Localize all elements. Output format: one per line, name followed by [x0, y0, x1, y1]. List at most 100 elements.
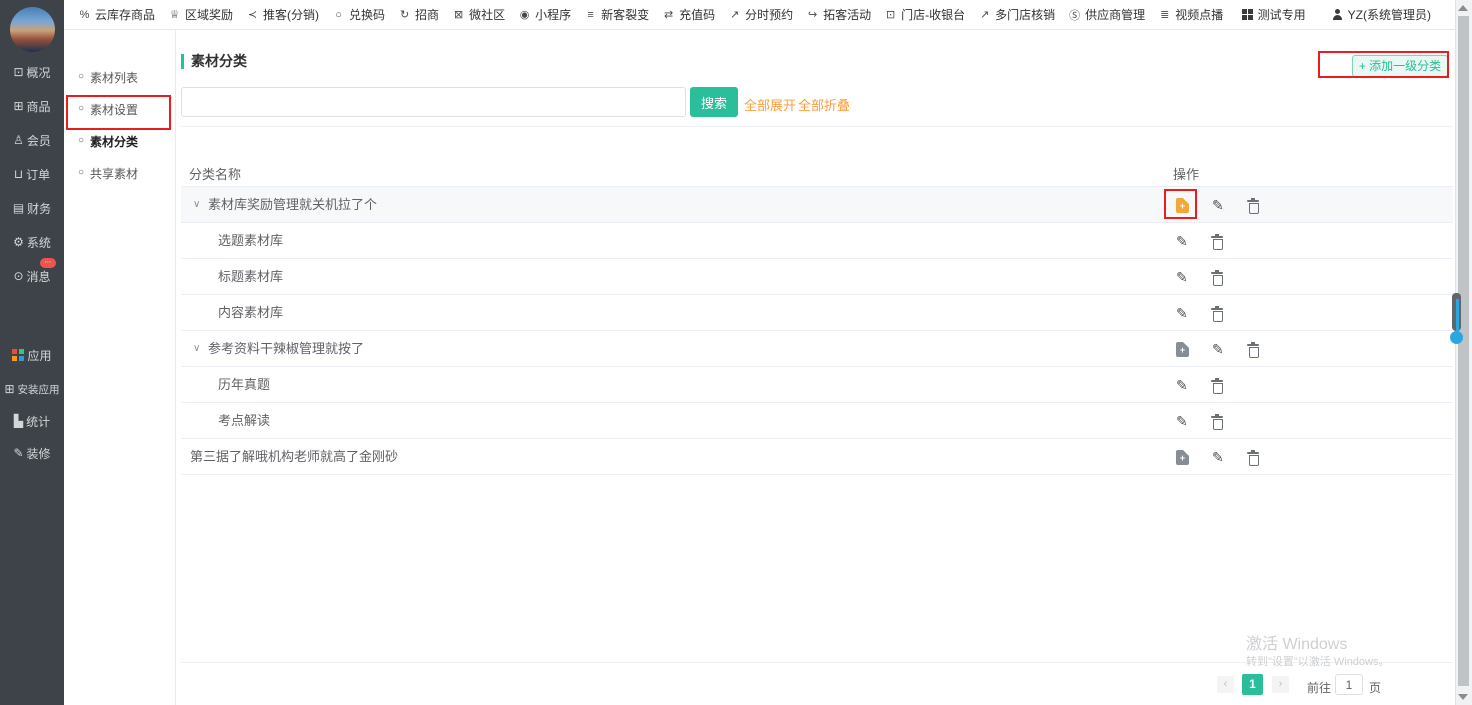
add-subcategory-icon[interactable]: [1176, 342, 1189, 357]
scrollbar-thumb[interactable]: [1458, 16, 1469, 686]
nav-item-supplier[interactable]: Ⓢ供应商管理: [1068, 6, 1145, 23]
goods-icon: ⊞: [13, 100, 23, 112]
sidebar-item-messages[interactable]: ⊙消息 ⋯: [0, 265, 64, 287]
nav-item-video[interactable]: ≣视频点播: [1158, 6, 1223, 23]
category-name: 内容素材库: [218, 295, 283, 331]
edit-icon[interactable]: ✎: [1212, 198, 1224, 212]
edit-icon[interactable]: ✎: [1212, 450, 1224, 464]
edit-icon[interactable]: ✎: [1176, 270, 1188, 284]
user-menu[interactable]: YZ(系统管理员): [1332, 6, 1431, 23]
column-header-ops: 操作: [1173, 164, 1199, 183]
table-row: 选题素材库 ✎: [181, 223, 1453, 259]
table-row: 历年真题 ✎: [181, 367, 1453, 403]
expand-all-link[interactable]: 全部展开: [744, 95, 796, 114]
apps-grid-icon: [12, 349, 24, 361]
submenu-item-material-category[interactable]: ○素材分类: [64, 131, 176, 151]
finance-icon: ▤: [13, 202, 24, 214]
nav-item-store-cashier[interactable]: ⊡门店-收银台: [884, 6, 965, 23]
pagination-next-button[interactable]: ›: [1272, 676, 1289, 693]
nav-item-miniprogram[interactable]: ◉小程序: [518, 6, 571, 23]
category-name: 第三据了解哦机构老师就高了金刚砂: [190, 439, 398, 475]
scrollbar-down-arrow[interactable]: [1458, 694, 1468, 700]
nav-item-redeem-code[interactable]: ○兑换码: [332, 6, 385, 23]
sidebar-item-install-apps[interactable]: ⊞安装应用: [0, 378, 64, 400]
message-icon: ⊙: [13, 270, 23, 282]
edit-icon[interactable]: ✎: [1176, 234, 1188, 248]
refresh-icon: ↻: [398, 8, 411, 21]
search-button[interactable]: 搜索: [690, 87, 738, 117]
material-submenu: ○素材列表 ○素材设置 ○素材分类 ○共享素材: [64, 30, 176, 705]
add-subcategory-icon[interactable]: [1176, 198, 1189, 213]
top-navbar: %云库存商品 ♕区域奖励 ≺推客(分销) ○兑换码 ↻招商 ⊠微社区 ◉小程序 …: [64, 0, 1455, 30]
workspace-switcher[interactable]: 测试专用: [1242, 6, 1306, 23]
sidebar-item-apps[interactable]: 应用: [0, 344, 64, 366]
miniprogram-icon: ◉: [518, 8, 531, 21]
pagination-goto-input[interactable]: [1335, 674, 1363, 695]
table-row: ∨ 参考资料干辣椒管理就按了 ✎: [181, 331, 1453, 367]
delete-icon[interactable]: [1247, 342, 1259, 357]
edit-icon[interactable]: ✎: [1176, 414, 1188, 428]
plane-icon: ↗: [728, 8, 741, 21]
delete-icon[interactable]: [1211, 270, 1223, 285]
add-top-category-button[interactable]: + 添加一级分类: [1352, 55, 1448, 77]
delete-icon[interactable]: [1211, 414, 1223, 429]
nav-item-distribution[interactable]: ≺推客(分销): [246, 6, 319, 23]
chevron-down-icon[interactable]: ∨: [193, 331, 200, 367]
members-icon: ♙: [13, 134, 24, 146]
nav-item-micro-community[interactable]: ⊠微社区: [452, 6, 505, 23]
nav-item-campaign[interactable]: ↪拓客活动: [806, 6, 871, 23]
edit-icon[interactable]: ✎: [1176, 378, 1188, 392]
pagination-unit-label: 页: [1369, 679, 1381, 696]
nav-item-region-reward[interactable]: ♕区域奖励: [168, 6, 233, 23]
circle-icon: ○: [332, 9, 345, 21]
add-subcategory-icon[interactable]: [1176, 450, 1189, 465]
delete-icon[interactable]: [1211, 234, 1223, 249]
message-badge: ⋯: [40, 258, 56, 268]
workspace-grid-icon: [1242, 9, 1253, 20]
verify-icon: ↗: [978, 8, 991, 21]
sidebar-item-stats[interactable]: ▙统计: [0, 410, 64, 432]
pagination-prev-button[interactable]: ‹: [1217, 676, 1234, 693]
category-name: 历年真题: [218, 367, 270, 403]
delete-icon[interactable]: [1247, 450, 1259, 465]
table-row: 标题素材库 ✎: [181, 259, 1453, 295]
sidebar-item-orders[interactable]: ⊔订单: [0, 163, 64, 185]
edit-icon[interactable]: ✎: [1212, 342, 1224, 356]
delete-icon[interactable]: [1247, 198, 1259, 213]
delete-icon[interactable]: [1211, 378, 1223, 393]
nav-item-cloud-stock[interactable]: %云库存商品: [78, 6, 155, 23]
edit-icon[interactable]: ✎: [1176, 306, 1188, 320]
sidebar-item-system[interactable]: ⚙系统: [0, 231, 64, 253]
install-icon: ⊞: [4, 383, 14, 395]
scrollbar-up-arrow[interactable]: [1458, 5, 1468, 11]
sidebar-item-finance[interactable]: ▤财务: [0, 197, 64, 219]
windows-watermark-line2: 转到"设置"以激活 Windows。: [1246, 653, 1390, 669]
nav-item-recharge-code[interactable]: ⇄充值码: [662, 6, 715, 23]
sidebar-item-decorate[interactable]: ✎装修: [0, 442, 64, 464]
table-header: 分类名称 操作: [181, 155, 1453, 187]
nav-item-new-customer[interactable]: ≡新客裂变: [584, 6, 649, 23]
search-input[interactable]: [181, 87, 686, 117]
sidebar-item-goods[interactable]: ⊞商品: [0, 95, 64, 117]
nav-item-investment[interactable]: ↻招商: [398, 6, 439, 23]
table-row: ∨ 素材库奖励管理就关机拉了个 ✎: [181, 187, 1453, 223]
sidebar-item-overview[interactable]: ⊡概况: [0, 61, 64, 83]
monitor-icon: ⊡: [13, 66, 23, 78]
submenu-item-shared-material[interactable]: ○共享素材: [64, 163, 176, 183]
cart-icon: ⊔: [14, 168, 23, 180]
avatar[interactable]: [10, 7, 55, 52]
radio-circle-icon: ○: [78, 168, 84, 178]
share-icon: ≺: [246, 8, 259, 21]
pagination-page-1[interactable]: 1: [1242, 674, 1263, 695]
submenu-item-material-list[interactable]: ○素材列表: [64, 67, 176, 87]
submenu-item-material-settings[interactable]: ○素材设置: [64, 99, 176, 119]
delete-icon[interactable]: [1211, 306, 1223, 321]
link-icon: %: [78, 9, 91, 21]
collapse-all-link[interactable]: 全部折叠: [798, 95, 850, 114]
chevron-down-icon[interactable]: ∨: [193, 187, 200, 223]
nav-item-time-booking[interactable]: ↗分时预约: [728, 6, 793, 23]
dart-icon: ↪: [806, 8, 819, 21]
nav-item-multistore-verify[interactable]: ↗多门店核销: [978, 6, 1055, 23]
sidebar-item-members[interactable]: ♙会员: [0, 129, 64, 151]
category-name: 参考资料干辣椒管理就按了: [208, 331, 364, 367]
